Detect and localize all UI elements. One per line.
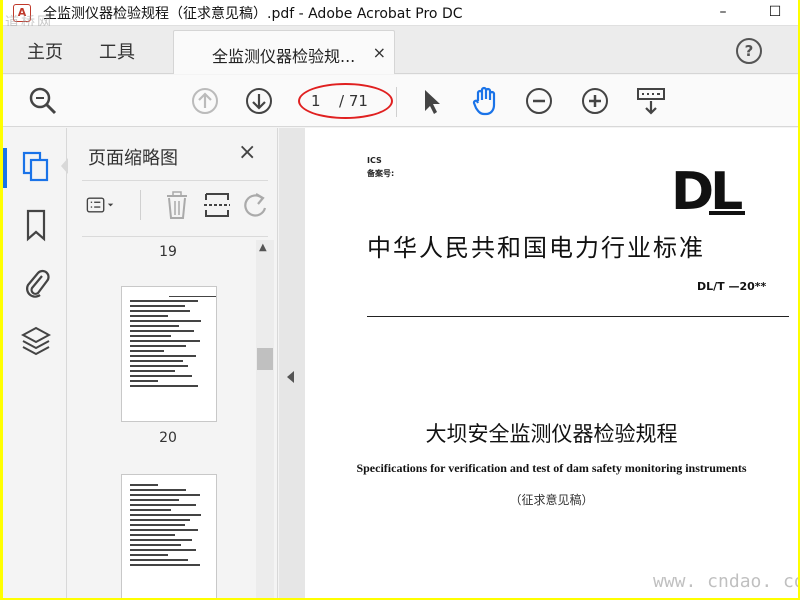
left-rail	[3, 128, 68, 598]
extract-page-icon[interactable]	[202, 190, 232, 220]
thumbnail-label-19: 19	[159, 244, 177, 260]
document-page[interactable]: ICS 备案号: DL 中华人民共和国电力行业标准 DL/T —20** 大坝安…	[305, 128, 798, 598]
previous-page-icon[interactable]	[189, 85, 221, 117]
maximize-button[interactable]: ☐	[755, 2, 795, 24]
doc-standard-title: 中华人民共和国电力行业标准	[367, 234, 705, 262]
minimize-button[interactable]: –	[703, 2, 743, 24]
page-number-field[interactable]: 1 / 71	[303, 89, 389, 115]
menu-tools[interactable]: 工具	[99, 38, 135, 64]
panel-collapse-strip[interactable]	[279, 128, 305, 598]
thumbnail-page-19[interactable]	[121, 286, 217, 422]
thumbnail-page-20[interactable]	[121, 474, 217, 598]
hand-tool-icon[interactable]	[469, 85, 501, 117]
acrobat-window: A 全监测仪器检验规程（征求意见稿）.pdf - Adobe Acrobat P…	[3, 0, 798, 598]
search-icon[interactable]	[27, 85, 59, 117]
thumbnail-label-20: 20	[159, 430, 177, 446]
keyboard-icon[interactable]	[635, 85, 667, 117]
thumbnail-options-icon[interactable]	[86, 190, 116, 220]
doc-english-title: Specifications for verification and test…	[356, 461, 747, 475]
layers-icon[interactable]	[21, 324, 51, 358]
scroll-thumb[interactable]	[257, 348, 273, 370]
rail-pointer	[61, 158, 68, 174]
document-tab-label: 全监测仪器检验规...	[212, 47, 356, 66]
collapse-left-icon[interactable]	[287, 371, 294, 383]
document-tab[interactable]: 全监测仪器检验规... ×	[173, 30, 395, 74]
panel-divider	[82, 180, 268, 181]
menu-bar: 主页 工具 全监测仪器检验规... × ?	[3, 26, 798, 74]
thumbnails-panel: 页面缩略图 × 19 20 ▲	[68, 128, 278, 598]
bookmark-icon[interactable]	[21, 208, 51, 242]
doc-draft-note: （征求意见稿）	[509, 493, 594, 507]
next-page-icon[interactable]	[243, 85, 275, 117]
select-cursor-icon[interactable]	[415, 85, 447, 117]
close-tab-icon[interactable]: ×	[373, 43, 386, 62]
doc-standard-number: DL/T —20**	[697, 280, 767, 293]
window-title: 全监测仪器检验规程（征求意见稿）.pdf - Adobe Acrobat Pro…	[43, 6, 463, 22]
help-icon[interactable]: ?	[736, 38, 762, 64]
page-current[interactable]: 1	[311, 92, 321, 110]
title-bar: A 全监测仪器检验规程（征求意见稿）.pdf - Adobe Acrobat P…	[3, 0, 798, 31]
page-total: / 71	[339, 92, 368, 110]
menu-home[interactable]: 主页	[27, 38, 63, 64]
panel-divider-2	[82, 236, 268, 237]
delete-page-icon[interactable]	[162, 190, 192, 220]
doc-chinese-title: 大坝安全监测仪器检验规程	[425, 422, 678, 446]
zoom-out-icon[interactable]	[523, 85, 555, 117]
dl-logo-underline	[709, 211, 745, 215]
rotate-page-icon[interactable]	[240, 190, 270, 220]
doc-beian: 备案号:	[367, 169, 395, 178]
close-panel-icon[interactable]: ×	[238, 140, 256, 165]
panel-toolbar-separator	[140, 190, 141, 220]
toolbar: 1 / 71	[3, 75, 798, 127]
doc-horizontal-rule	[367, 316, 789, 317]
page-thumbnails-icon[interactable]	[21, 150, 51, 184]
doc-ics: ICS	[367, 156, 382, 165]
panel-title: 页面缩略图	[88, 148, 178, 169]
scroll-up-icon[interactable]: ▲	[259, 242, 267, 253]
zoom-in-icon[interactable]	[579, 85, 611, 117]
site-watermark: www. cndao. com	[653, 571, 798, 592]
toolbar-separator	[396, 87, 397, 117]
thumbnail-scrollbar[interactable]: ▲	[256, 240, 274, 598]
rail-active-indicator	[3, 148, 7, 188]
attachment-icon[interactable]	[21, 266, 51, 300]
